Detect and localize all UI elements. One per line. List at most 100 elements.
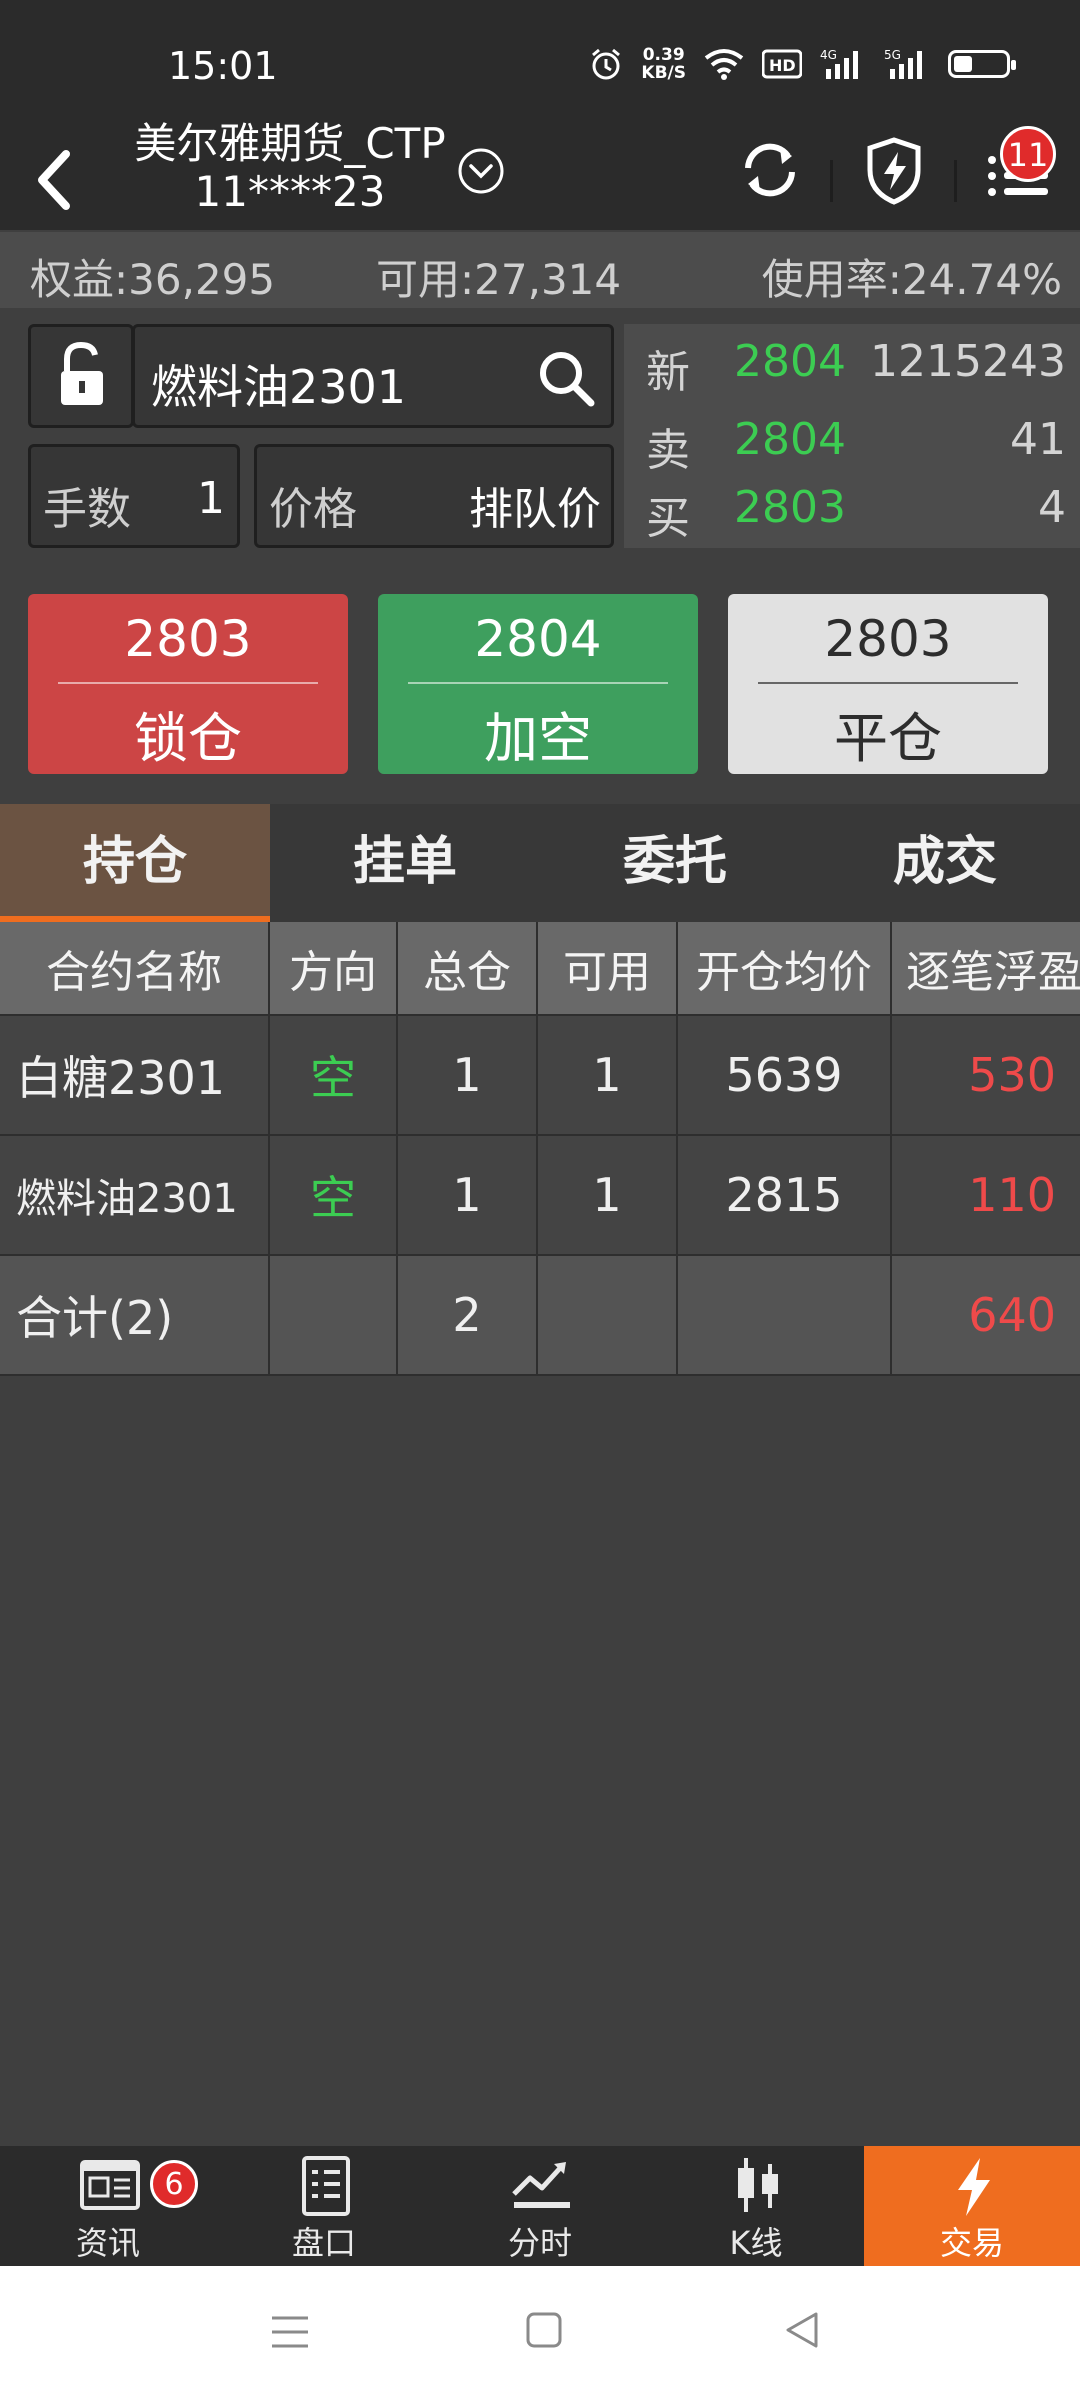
- contract-cell: 燃料油2301: [0, 1136, 270, 1254]
- quote-row-last: 新 2804 1215243: [646, 328, 1066, 398]
- account-summary: 权益:36,295 可用:27,314 使用率:24.74%: [0, 232, 1080, 308]
- add-short-button[interactable]: 2804 加空: [378, 594, 698, 774]
- position-tabs: 持仓 挂单 委托 成交: [0, 804, 1080, 922]
- quote-price: 2803: [734, 482, 846, 533]
- positions-table: 合约名称 方向 总仓 可用 开仓均价 逐笔浮盈 白糖2301 空 1 1 563…: [0, 922, 1080, 1376]
- header-divider: [830, 160, 833, 202]
- unlock-icon: [61, 341, 103, 405]
- quote-panel: 新 2804 1215243 卖 2804 41 买 2803 4: [624, 324, 1080, 548]
- nav-item-trade[interactable]: 交易: [864, 2146, 1080, 2266]
- quote-volume: 41: [1010, 414, 1066, 465]
- header-divider: [954, 160, 957, 202]
- lock-label: 锁仓: [134, 707, 242, 770]
- total-cell: 1: [398, 1016, 538, 1134]
- table-header: 合约名称 方向 总仓 可用 开仓均价 逐笔浮盈: [0, 922, 1080, 1016]
- available-value: 可用:27,314: [376, 255, 622, 304]
- total-cell: 1: [398, 1136, 538, 1254]
- button-divider: [58, 682, 318, 684]
- table-row[interactable]: 白糖2301 空 1 1 5639 530: [0, 1016, 1080, 1136]
- search-icon[interactable]: [535, 347, 597, 409]
- network-speed-value: 0.39: [642, 45, 685, 65]
- button-divider: [758, 682, 1018, 684]
- empty-cell: [270, 1256, 398, 1374]
- lightning-icon: [958, 2158, 990, 2216]
- alarm-icon: [592, 48, 621, 80]
- timeshare-chart-icon: [512, 2162, 570, 2208]
- quote-label: 新: [646, 347, 690, 398]
- empty-cell: [538, 1256, 678, 1374]
- quote-price: 2804: [734, 336, 846, 387]
- svg-text:4G: 4G: [820, 48, 837, 62]
- status-bar: 15:01 0.39 KB/S HD 4G 5G: [0, 0, 1080, 130]
- svg-text:HD: HD: [769, 56, 796, 75]
- nav-item-orderbook[interactable]: 盘口: [216, 2146, 432, 2266]
- column-header[interactable]: 开仓均价: [678, 922, 892, 1014]
- pnl-cell: 530: [968, 1048, 1056, 1102]
- column-header[interactable]: 合约名称: [0, 922, 270, 1014]
- direction-cell: 空: [270, 1016, 398, 1134]
- table-row[interactable]: 燃料油2301 空 1 1 2815 110: [0, 1136, 1080, 1256]
- notification-badge: 11: [1000, 126, 1056, 182]
- news-badge: 6: [150, 2160, 198, 2208]
- back-button[interactable]: [18, 140, 98, 220]
- column-header[interactable]: 可用: [538, 922, 678, 1014]
- news-icon: [80, 2160, 140, 2210]
- quote-row-ask[interactable]: 卖 2804 41: [646, 406, 1066, 476]
- refresh-icon[interactable]: [738, 130, 802, 210]
- status-time: 15:01: [168, 44, 278, 88]
- price-field[interactable]: 价格 排队价: [254, 444, 614, 548]
- contract-selector[interactable]: 燃料油2301: [132, 324, 614, 428]
- column-header[interactable]: 逐笔浮盈: [892, 922, 1080, 1014]
- column-header[interactable]: 总仓: [398, 922, 538, 1014]
- quote-row-bid[interactable]: 买 2803 4: [646, 474, 1066, 544]
- direction-cell: 空: [270, 1136, 398, 1254]
- chevron-down-icon[interactable]: [456, 146, 506, 196]
- lock-toggle[interactable]: [28, 324, 134, 428]
- quote-price: 2804: [734, 414, 846, 465]
- price-label: 价格: [269, 484, 357, 535]
- quantity-value: 1: [197, 473, 225, 524]
- contract-cell: 白糖2301: [0, 1016, 270, 1134]
- wifi-icon: [704, 49, 744, 80]
- shield-icon[interactable]: [862, 130, 926, 210]
- price-type-value: 排队价: [469, 484, 601, 535]
- recent-apps-icon[interactable]: [268, 2312, 312, 2352]
- quantity-field[interactable]: 手数 1: [28, 444, 240, 548]
- nav-item-news[interactable]: 资讯 6: [0, 2146, 216, 2266]
- nav-label: 资讯: [75, 2224, 140, 2262]
- usage-rate: 使用率:24.74%: [761, 255, 1062, 304]
- battery-icon: [948, 50, 1016, 78]
- tab-trades[interactable]: 成交: [810, 804, 1080, 922]
- short-label: 加空: [484, 707, 592, 770]
- tab-positions[interactable]: 持仓: [0, 804, 270, 922]
- pnl-cell: 640: [968, 1288, 1056, 1342]
- nav-item-timeshare[interactable]: 分时: [432, 2146, 648, 2266]
- close-position-button[interactable]: 2803 平仓: [728, 594, 1048, 774]
- avg-price-cell: 2815: [678, 1136, 892, 1254]
- nav-label: 分时: [507, 2224, 572, 2262]
- available-cell: 1: [538, 1016, 678, 1134]
- pnl-cell: 110: [968, 1168, 1056, 1222]
- avg-price-cell: 5639: [678, 1016, 892, 1134]
- order-panel: 燃料油2301 手数 1 价格 排队价 新 2804 1215243 卖 280…: [0, 308, 1080, 556]
- lock-position-button[interactable]: 2803 锁仓: [28, 594, 348, 774]
- tab-pending-orders[interactable]: 挂单: [270, 804, 540, 922]
- 5g-signal-icon: 5G: [884, 48, 922, 79]
- hd-icon: HD: [762, 49, 802, 79]
- close-price: 2803: [824, 610, 952, 668]
- quote-label: 卖: [646, 425, 690, 476]
- account-title[interactable]: 美尔雅期货_CTP: [120, 118, 460, 170]
- column-header[interactable]: 方向: [270, 922, 398, 1014]
- svg-text:5G: 5G: [884, 48, 901, 62]
- nav-item-kline[interactable]: K线: [648, 2146, 864, 2266]
- home-icon[interactable]: [524, 2310, 564, 2350]
- account-id[interactable]: 11****23: [120, 166, 460, 218]
- quote-volume: 4: [1038, 482, 1066, 533]
- table-total-row: 合计(2) 2 640: [0, 1256, 1080, 1376]
- back-triangle-icon[interactable]: [782, 2310, 822, 2350]
- network-speed: 0.39 KB/S: [641, 46, 686, 82]
- close-label: 平仓: [834, 707, 942, 770]
- quote-volume: 1215243: [870, 336, 1066, 387]
- tab-orders[interactable]: 委托: [540, 804, 810, 922]
- total-label-cell: 合计(2): [0, 1256, 270, 1374]
